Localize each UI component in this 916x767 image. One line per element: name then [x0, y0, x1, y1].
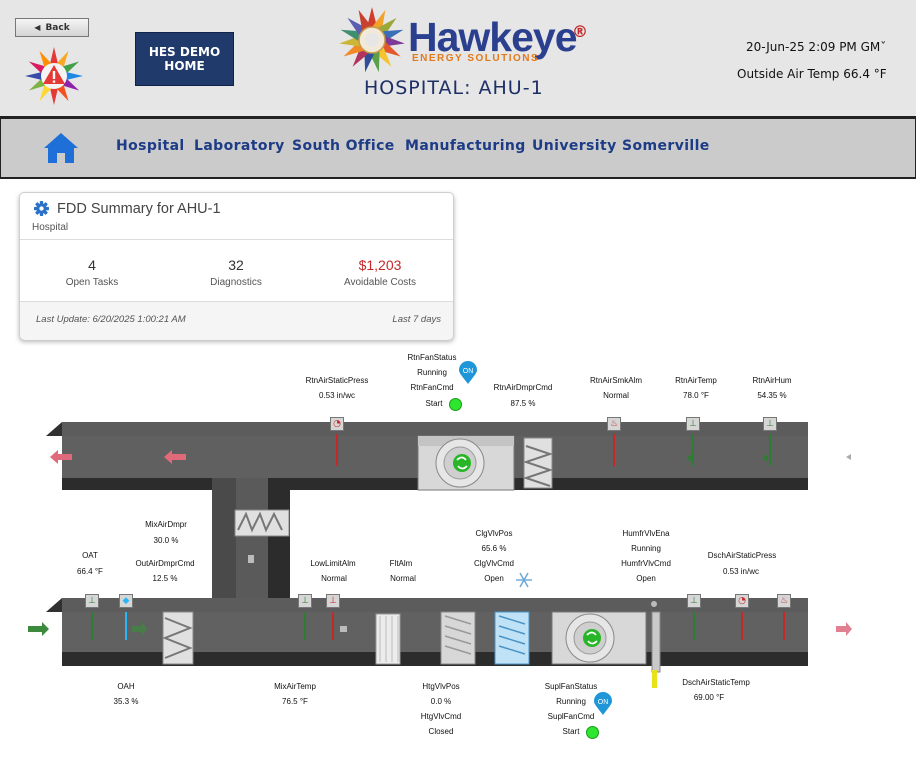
- back-label: Back: [45, 22, 70, 33]
- avoidable-costs-label: Avoidable Costs: [343, 277, 417, 288]
- rtn-fan-status-value: Running: [417, 368, 447, 377]
- fdd-last-update: Last Update: 6/20/2025 1:00:21 AM: [36, 314, 186, 325]
- out-air-dmpr-cmd-name: OutAirDmprCmd: [135, 559, 195, 568]
- nav-item-south-office[interactable]: South Office: [292, 138, 395, 154]
- htg-vlv-pos-name: HtgVlvPos: [422, 682, 460, 691]
- hes-demo-home-button[interactable]: HES DEMO HOME: [135, 32, 234, 86]
- rtn-fan-cmd-value[interactable]: Start: [389, 399, 479, 409]
- supl-fan-cmd-value[interactable]: Start: [526, 727, 616, 737]
- out-air-damper-sensor-icon[interactable]: ◆: [119, 594, 133, 608]
- clg-vlv-cmd-name: ClgVlvCmd: [473, 559, 514, 568]
- humidity-sensor-icon[interactable]: ⊥: [763, 417, 777, 431]
- fdd-summary-card[interactable]: FDD Summary for AHU-1 Hospital 4 Open Ta…: [19, 192, 454, 340]
- diagnostics-label: Diagnostics: [210, 277, 262, 288]
- humfr-vlv-cmd-name: HumfrVlvCmd: [621, 559, 671, 568]
- diagnostics-value[interactable]: 32: [176, 257, 296, 273]
- low-limit-sensor-icon[interactable]: ⊥: [298, 594, 312, 608]
- back-button[interactable]: ◀ Back: [15, 18, 89, 37]
- rtn-fan-cmd-name: RtnFanCmd: [410, 383, 454, 392]
- humfr-vlv-ena-value: Running: [631, 544, 661, 553]
- rtn-air-dmpr-cmd-value[interactable]: 87.5 %: [478, 399, 568, 409]
- discharge-temp-sensor-icon[interactable]: ⊥: [687, 594, 701, 608]
- mix-air-damper: [234, 509, 290, 537]
- return-air-damper: [522, 437, 554, 489]
- rtn-air-smk-alm-name: RtnAirSmkAlm: [589, 376, 642, 385]
- mix-air-dmpr-value[interactable]: 30.0 %: [121, 536, 211, 546]
- fdd-title: FDD Summary for AHU-1: [57, 201, 221, 217]
- open-tasks-value[interactable]: 4: [32, 257, 152, 273]
- supl-fan-status-name: SuplFanStatus: [544, 682, 598, 691]
- oat-sensor-icon[interactable]: ⊥: [85, 594, 99, 608]
- oah-value: 35.3 %: [113, 697, 139, 706]
- avoidable-costs-value[interactable]: $1,203: [320, 257, 440, 273]
- brand-registered-mark: ®: [572, 22, 588, 41]
- header-datetime: 20-Jun-25 2:09 PM GMˇ: [746, 40, 887, 54]
- dsch-air-static-press-name: DschAirStaticPress: [707, 551, 777, 560]
- home-button-line1: HES DEMO: [148, 45, 221, 59]
- fdd-period: Last 7 days: [392, 314, 441, 325]
- rtn-fan-status-name: RtnFanStatus: [407, 353, 457, 362]
- gear-icon: [34, 201, 49, 216]
- clg-vlv-pos-value: 65.6 %: [481, 544, 507, 553]
- mix-air-temp-name: MixAirTemp: [274, 682, 316, 691]
- nav-item-manufacturing[interactable]: Manufacturing: [405, 138, 526, 154]
- htg-vlv-pos-value: 0.0 %: [430, 697, 452, 706]
- nav-item-laboratory[interactable]: Laboratory: [194, 138, 285, 154]
- brand-subtitle: ENERGY SOLUTIONS: [412, 53, 540, 64]
- dsch-air-static-temp-value: 69.00 °F: [693, 693, 725, 702]
- flt-alm-value: Normal: [390, 574, 416, 583]
- humfr-vlv-ena-name: HumfrVlvEna: [622, 529, 670, 538]
- discharge-smoke-alarm-icon[interactable]: ♨: [777, 594, 791, 608]
- rtn-air-hum-value: 54.35 %: [757, 391, 787, 400]
- pressure-gauge-icon[interactable]: ◔: [330, 417, 344, 431]
- rtn-air-smk-alm-value: Normal: [603, 391, 629, 400]
- header-outside-air-temp: Outside Air Temp 66.4 °F: [737, 67, 887, 81]
- oah-name: OAH: [117, 682, 135, 691]
- outside-air-damper: [162, 611, 194, 665]
- cooling-coil: [494, 611, 530, 665]
- rtn-air-dmpr-cmd-name: RtnAirDmprCmd: [493, 383, 553, 392]
- mix-air-temp-sensor-icon[interactable]: ⊥: [326, 594, 340, 608]
- supl-fan-status-value: Running: [556, 697, 586, 706]
- mix-air-dmpr-name: MixAirDmpr: [145, 520, 187, 529]
- hawkeye-sun-logo: [339, 7, 405, 73]
- rtn-air-static-press-name: RtnAirStaticPress: [305, 376, 369, 385]
- filter: [375, 613, 401, 665]
- clg-vlv-cmd-value[interactable]: Open: [449, 574, 539, 584]
- htg-vlv-cmd-name: HtgVlvCmd: [420, 712, 462, 721]
- supl-fan-cmd-name: SuplFanCmd: [547, 712, 595, 721]
- home-button-line2: HOME: [164, 59, 205, 73]
- humfr-vlv-cmd-value[interactable]: Open: [601, 574, 691, 584]
- dsch-air-static-press-value: 0.53 in/wc: [722, 567, 760, 576]
- clg-vlv-pos-name: ClgVlvPos: [475, 529, 513, 538]
- supply-fan: [551, 611, 647, 665]
- fdd-subtitle: Hospital: [32, 222, 69, 233]
- return-fan: [417, 435, 515, 491]
- htg-vlv-cmd-value[interactable]: Closed: [396, 727, 486, 737]
- rtn-air-hum-name: RtnAirHum: [752, 376, 792, 385]
- nav-item-hospital[interactable]: Hospital: [116, 138, 185, 154]
- nav-item-somerville[interactable]: Somerville: [622, 138, 710, 154]
- discharge-pressure-gauge-icon[interactable]: ◔: [735, 594, 749, 608]
- mix-air-temp-value: 76.5 °F: [282, 697, 308, 706]
- open-tasks-label: Open Tasks: [65, 277, 119, 288]
- thermometer-icon[interactable]: ⊥: [686, 417, 700, 431]
- home-icon[interactable]: [43, 132, 79, 164]
- rtn-air-static-press-value: 0.53 in/wc: [318, 391, 356, 400]
- smoke-alarm-icon[interactable]: ♨: [607, 417, 621, 431]
- out-air-dmpr-cmd-value[interactable]: 12.5 %: [120, 574, 210, 584]
- dsch-air-static-temp-name: DschAirStaticTemp: [682, 678, 750, 687]
- nav-item-university[interactable]: University: [532, 138, 617, 154]
- warning-sun-icon[interactable]: [24, 46, 84, 106]
- flt-alm-name: FltAlm: [389, 559, 413, 568]
- heating-coil: [440, 611, 476, 665]
- back-arrow-icon: ◀: [34, 23, 41, 32]
- page-title: HOSPITAL: AHU-1: [364, 77, 544, 99]
- fdd-divider-top: [20, 239, 453, 240]
